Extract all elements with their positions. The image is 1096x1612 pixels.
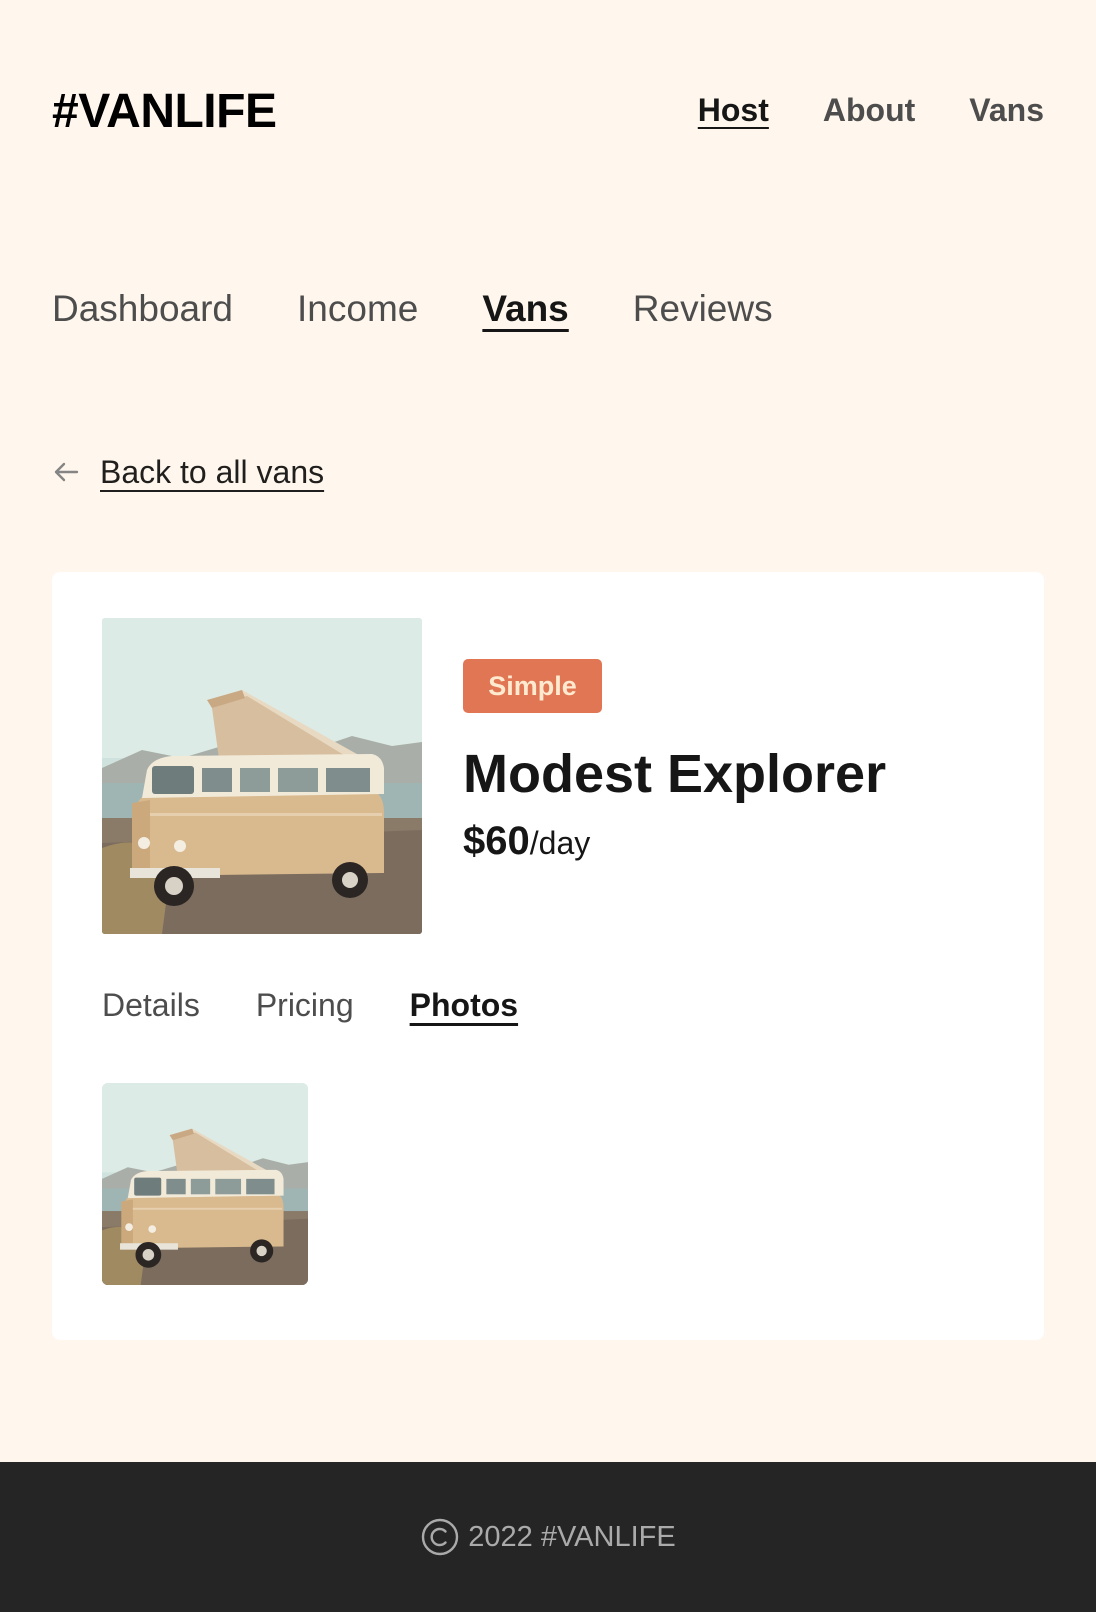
back-link-label: Back to all vans	[100, 454, 325, 490]
back-to-vans-link[interactable]: Back to all vans	[52, 452, 324, 492]
site-footer: 2022 #VANLIFE	[0, 1462, 1096, 1612]
copyright-icon	[422, 1518, 459, 1556]
tab-photos[interactable]: Photos	[410, 984, 518, 1026]
van-type-badge[interactable]: Simple	[463, 659, 602, 713]
host-nav-reviews[interactable]: Reviews	[633, 286, 773, 332]
van-detail-nav: Details Pricing Photos	[102, 984, 518, 1026]
top-nav: Host About Vans	[698, 90, 1044, 130]
van-main-image	[102, 618, 422, 934]
van-price-unit: /day	[529, 825, 591, 861]
tab-pricing[interactable]: Pricing	[256, 984, 354, 1026]
nav-vans-link[interactable]: Vans	[969, 90, 1044, 130]
van-price-amount: $60	[463, 819, 530, 863]
nav-host-link[interactable]: Host	[698, 90, 769, 130]
host-nav-dashboard[interactable]: Dashboard	[52, 286, 233, 332]
host-nav-vans[interactable]: Vans	[482, 286, 568, 332]
van-price: $60/day	[463, 818, 590, 873]
host-nav-income[interactable]: Income	[297, 286, 418, 332]
page: #VANLIFE Host About Vans Dashboard Incom…	[0, 0, 1096, 1612]
van-thumbnail-image	[102, 1083, 308, 1285]
van-detail-card: Simple Modest Explorer $60/day Details P…	[52, 572, 1044, 1340]
footer-text: 2022 #VANLIFE	[468, 1521, 676, 1553]
van-name: Modest Explorer	[463, 744, 887, 804]
host-nav: Dashboard Income Vans Reviews	[52, 286, 773, 332]
tab-details[interactable]: Details	[102, 984, 200, 1026]
van-photo-thumbnail[interactable]	[102, 1083, 308, 1285]
nav-about-link[interactable]: About	[823, 90, 915, 130]
van-photo-image	[102, 618, 422, 934]
site-logo[interactable]: #VANLIFE	[52, 84, 277, 140]
site-header: #VANLIFE Host About Vans	[0, 0, 1096, 226]
arrow-left-icon	[54, 462, 79, 482]
